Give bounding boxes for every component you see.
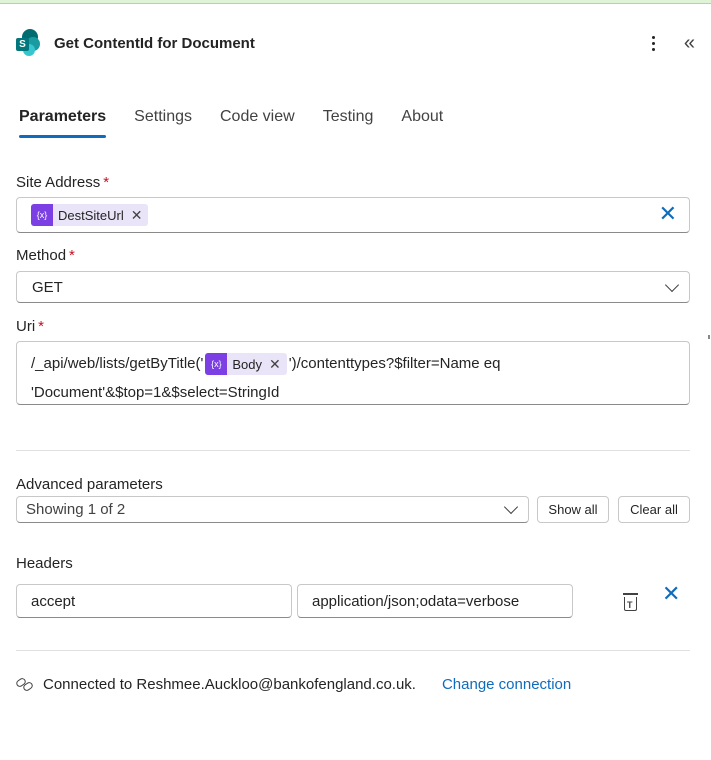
top-status-strip [0,0,711,4]
remove-header-icon[interactable]: ✕ [662,581,680,607]
advanced-parameters-label: Advanced parameters [16,476,163,493]
tab-settings[interactable]: Settings [134,108,192,138]
uri-text-line2: 'Document'&$top=1&$select=StringId [31,384,280,401]
link-icon [14,676,35,692]
connection-text: Connected to Reshmee.Auckloo@bankofengla… [43,676,416,693]
advanced-select-value: Showing 1 of 2 [26,501,126,518]
uri-text-before: /_api/web/lists/getByTitle(' [31,355,204,372]
chevron-down-icon [503,499,519,515]
action-title[interactable]: Get ContentId for Document [54,35,255,52]
show-all-button[interactable]: Show all [537,496,609,523]
site-address-field[interactable]: {x} DestSiteUrl ✕ ✕ [16,197,690,233]
body-token[interactable]: {x} Body ✕ [205,353,287,376]
uri-label: Uri * [16,318,45,335]
change-connection-link[interactable]: Change connection [442,676,571,693]
section-divider [16,450,690,451]
header-key-input[interactable]: accept [16,584,292,618]
method-label: Method * [16,247,75,264]
required-marker: * [69,247,75,264]
more-options-icon[interactable] [646,33,662,53]
remove-token-icon[interactable]: ✕ [269,350,281,379]
sharepoint-logo-icon: S [16,29,42,57]
tab-about[interactable]: About [401,108,443,138]
uri-text-after: ')/contenttypes?$filter=Name eq [288,355,501,372]
header-value-input[interactable]: application/json;odata=verbose [297,584,573,618]
site-address-label: Site Address * [16,174,110,191]
advanced-parameters-dropdown[interactable]: Showing 1 of 2 [16,496,529,523]
token-label: Body [232,356,263,372]
tab-parameters[interactable]: Parameters [19,108,107,138]
required-marker: * [38,318,45,335]
tab-code-view[interactable]: Code view [220,108,295,138]
method-value: GET [32,279,63,296]
section-divider [16,650,690,651]
connection-row: Connected to Reshmee.Auckloo@bankofengla… [14,676,571,693]
tab-bar: Parameters Settings Code view Testing Ab… [19,108,443,138]
variable-icon: {x} [205,353,228,376]
remove-token-icon[interactable]: ✕ [131,207,143,224]
tab-testing[interactable]: Testing [323,108,374,138]
method-dropdown[interactable]: GET [16,271,690,303]
collapse-panel-icon[interactable]: « [684,33,695,53]
dest-site-url-token[interactable]: {x} DestSiteUrl ✕ [31,204,149,226]
clear-field-icon[interactable]: ✕ [659,203,677,225]
uri-field[interactable]: /_api/web/lists/getByTitle(' {x} Body ✕ ')/c… [16,341,690,405]
clear-all-button[interactable]: Clear all [618,496,690,523]
delete-header-icon[interactable]: T [622,593,639,611]
chevron-down-icon [664,277,680,293]
token-label: DestSiteUrl [58,207,124,223]
required-marker: * [103,174,110,191]
panel-header: S Get ContentId for Document « [16,28,695,58]
headers-label: Headers [16,555,73,572]
variable-icon: {x} [31,204,53,226]
scrollbar-marker [708,335,710,339]
